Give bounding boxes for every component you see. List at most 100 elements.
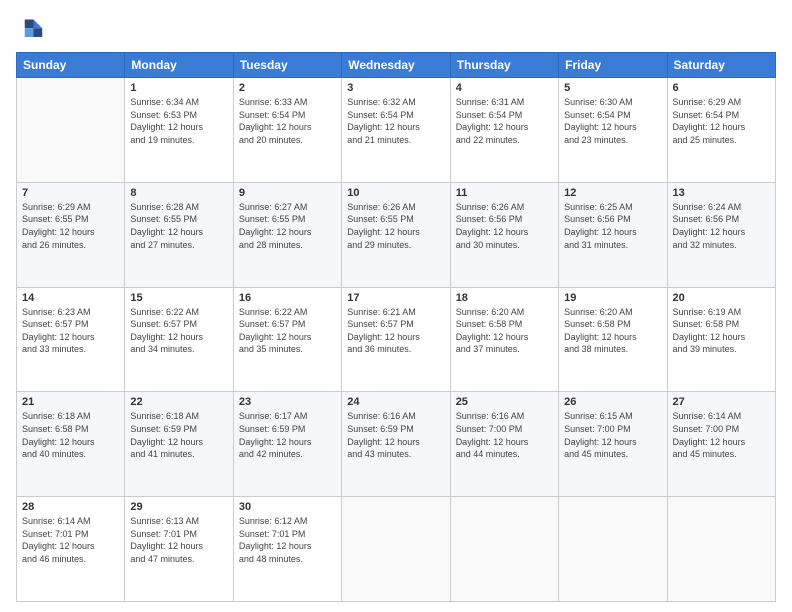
day-number: 13 <box>673 187 770 199</box>
calendar-cell <box>342 497 450 602</box>
calendar-cell <box>450 497 558 602</box>
day-number: 15 <box>130 292 227 304</box>
calendar-cell: 9 Sunrise: 6:27 AM Sunset: 6:55 PM Daylig… <box>233 182 341 287</box>
calendar-table: SundayMondayTuesdayWednesdayThursdayFrid… <box>16 52 776 602</box>
day-info: Sunrise: 6:26 AM Sunset: 6:55 PM Dayligh… <box>347 201 444 251</box>
calendar-cell: 30 Sunrise: 6:12 AM Sunset: 7:01 PM Dayli… <box>233 497 341 602</box>
day-info: Sunrise: 6:18 AM Sunset: 6:58 PM Dayligh… <box>22 410 119 460</box>
day-info: Sunrise: 6:18 AM Sunset: 6:59 PM Dayligh… <box>130 410 227 460</box>
calendar-cell: 19Sunrise: 6:20 AM Sunset: 6:58 PM Dayli… <box>559 287 667 392</box>
day-number: 1 <box>130 82 227 94</box>
day-info: Sunrise: 6:22 AM Sunset: 6:57 PM Dayligh… <box>239 306 336 356</box>
day-info: Sunrise: 6:22 AM Sunset: 6:57 PM Dayligh… <box>130 306 227 356</box>
calendar-cell: 5Sunrise: 6:30 AM Sunset: 6:54 PM Daylig… <box>559 78 667 183</box>
day-number: 25 <box>456 396 553 408</box>
calendar-cell: 22Sunrise: 6:18 AM Sunset: 6:59 PM Dayli… <box>125 392 233 497</box>
weekday-header-saturday: Saturday <box>667 53 775 78</box>
day-info: Sunrise: 6:19 AM Sunset: 6:58 PM Dayligh… <box>673 306 770 356</box>
day-info: Sunrise: 6:17 AM Sunset: 6:59 PM Dayligh… <box>239 410 336 460</box>
day-info: Sunrise: 6:33 AM Sunset: 6:54 PM Dayligh… <box>239 96 336 146</box>
day-number: 12 <box>564 187 661 199</box>
calendar-cell: 16 Sunrise: 6:22 AM Sunset: 6:57 PM Dayli… <box>233 287 341 392</box>
calendar-cell: 15 Sunrise: 6:22 AM Sunset: 6:57 PM Dayli… <box>125 287 233 392</box>
calendar-cell: 23Sunrise: 6:17 AM Sunset: 6:59 PM Dayli… <box>233 392 341 497</box>
calendar-week-row: 28 Sunrise: 6:14 AM Sunset: 7:01 PM Dayli… <box>17 497 776 602</box>
calendar-cell: 17 Sunrise: 6:21 AM Sunset: 6:57 PM Dayli… <box>342 287 450 392</box>
day-number: 4 <box>456 82 553 94</box>
calendar-cell: 11 Sunrise: 6:26 AM Sunset: 6:56 PM Dayli… <box>450 182 558 287</box>
day-info: Sunrise: 6:28 AM Sunset: 6:55 PM Dayligh… <box>130 201 227 251</box>
day-info: Sunrise: 6:14 AM Sunset: 7:01 PM Dayligh… <box>22 515 119 565</box>
header <box>16 16 776 44</box>
calendar-header-row: SundayMondayTuesdayWednesdayThursdayFrid… <box>17 53 776 78</box>
weekday-header-tuesday: Tuesday <box>233 53 341 78</box>
day-info: Sunrise: 6:32 AM Sunset: 6:54 PM Dayligh… <box>347 96 444 146</box>
calendar-week-row: 1 Sunrise: 6:34 AM Sunset: 6:53 PM Daylig… <box>17 78 776 183</box>
calendar-cell: 13 Sunrise: 6:24 AM Sunset: 6:56 PM Dayli… <box>667 182 775 287</box>
day-number: 19 <box>564 292 661 304</box>
day-number: 21 <box>22 396 119 408</box>
day-number: 26 <box>564 396 661 408</box>
day-number: 30 <box>239 501 336 513</box>
calendar-cell: 10 Sunrise: 6:26 AM Sunset: 6:55 PM Dayli… <box>342 182 450 287</box>
calendar-week-row: 14Sunrise: 6:23 AM Sunset: 6:57 PM Dayli… <box>17 287 776 392</box>
calendar-cell: 3 Sunrise: 6:32 AM Sunset: 6:54 PM Daylig… <box>342 78 450 183</box>
calendar-cell: 4 Sunrise: 6:31 AM Sunset: 6:54 PM Daylig… <box>450 78 558 183</box>
day-info: Sunrise: 6:12 AM Sunset: 7:01 PM Dayligh… <box>239 515 336 565</box>
day-info: Sunrise: 6:13 AM Sunset: 7:01 PM Dayligh… <box>130 515 227 565</box>
day-number: 2 <box>239 82 336 94</box>
day-info: Sunrise: 6:27 AM Sunset: 6:55 PM Dayligh… <box>239 201 336 251</box>
weekday-header-monday: Monday <box>125 53 233 78</box>
day-number: 27 <box>673 396 770 408</box>
day-number: 28 <box>22 501 119 513</box>
day-info: Sunrise: 6:31 AM Sunset: 6:54 PM Dayligh… <box>456 96 553 146</box>
day-number: 9 <box>239 187 336 199</box>
weekday-header-thursday: Thursday <box>450 53 558 78</box>
day-number: 7 <box>22 187 119 199</box>
calendar-cell: 18 Sunrise: 6:20 AM Sunset: 6:58 PM Dayli… <box>450 287 558 392</box>
day-info: Sunrise: 6:34 AM Sunset: 6:53 PM Dayligh… <box>130 96 227 146</box>
calendar-cell: 21 Sunrise: 6:18 AM Sunset: 6:58 PM Dayli… <box>17 392 125 497</box>
calendar-cell: 8Sunrise: 6:28 AM Sunset: 6:55 PM Daylig… <box>125 182 233 287</box>
day-info: Sunrise: 6:29 AM Sunset: 6:55 PM Dayligh… <box>22 201 119 251</box>
calendar-week-row: 21 Sunrise: 6:18 AM Sunset: 6:58 PM Dayli… <box>17 392 776 497</box>
day-info: Sunrise: 6:16 AM Sunset: 6:59 PM Dayligh… <box>347 410 444 460</box>
calendar-cell <box>17 78 125 183</box>
day-number: 24 <box>347 396 444 408</box>
day-number: 17 <box>347 292 444 304</box>
calendar-cell: 12 Sunrise: 6:25 AM Sunset: 6:56 PM Dayli… <box>559 182 667 287</box>
logo-icon <box>16 16 44 44</box>
day-number: 10 <box>347 187 444 199</box>
day-info: Sunrise: 6:21 AM Sunset: 6:57 PM Dayligh… <box>347 306 444 356</box>
day-info: Sunrise: 6:15 AM Sunset: 7:00 PM Dayligh… <box>564 410 661 460</box>
calendar-cell: 6 Sunrise: 6:29 AM Sunset: 6:54 PM Daylig… <box>667 78 775 183</box>
day-info: Sunrise: 6:24 AM Sunset: 6:56 PM Dayligh… <box>673 201 770 251</box>
day-number: 16 <box>239 292 336 304</box>
calendar-cell: 14Sunrise: 6:23 AM Sunset: 6:57 PM Dayli… <box>17 287 125 392</box>
day-info: Sunrise: 6:20 AM Sunset: 6:58 PM Dayligh… <box>456 306 553 356</box>
calendar-cell <box>667 497 775 602</box>
day-info: Sunrise: 6:25 AM Sunset: 6:56 PM Dayligh… <box>564 201 661 251</box>
day-number: 20 <box>673 292 770 304</box>
calendar-cell: 24 Sunrise: 6:16 AM Sunset: 6:59 PM Dayli… <box>342 392 450 497</box>
weekday-header-friday: Friday <box>559 53 667 78</box>
calendar-cell: 28 Sunrise: 6:14 AM Sunset: 7:01 PM Dayli… <box>17 497 125 602</box>
day-info: Sunrise: 6:29 AM Sunset: 6:54 PM Dayligh… <box>673 96 770 146</box>
day-number: 29 <box>130 501 227 513</box>
calendar-cell: 29 Sunrise: 6:13 AM Sunset: 7:01 PM Dayli… <box>125 497 233 602</box>
day-number: 5 <box>564 82 661 94</box>
day-info: Sunrise: 6:14 AM Sunset: 7:00 PM Dayligh… <box>673 410 770 460</box>
calendar-cell: 7 Sunrise: 6:29 AM Sunset: 6:55 PM Daylig… <box>17 182 125 287</box>
day-number: 3 <box>347 82 444 94</box>
calendar-cell: 1 Sunrise: 6:34 AM Sunset: 6:53 PM Daylig… <box>125 78 233 183</box>
page: SundayMondayTuesdayWednesdayThursdayFrid… <box>0 0 792 612</box>
calendar-cell: 25Sunrise: 6:16 AM Sunset: 7:00 PM Dayli… <box>450 392 558 497</box>
weekday-header-sunday: Sunday <box>17 53 125 78</box>
day-number: 14 <box>22 292 119 304</box>
day-number: 6 <box>673 82 770 94</box>
calendar-cell: 26 Sunrise: 6:15 AM Sunset: 7:00 PM Dayli… <box>559 392 667 497</box>
calendar-cell: 2 Sunrise: 6:33 AM Sunset: 6:54 PM Daylig… <box>233 78 341 183</box>
day-number: 18 <box>456 292 553 304</box>
day-info: Sunrise: 6:26 AM Sunset: 6:56 PM Dayligh… <box>456 201 553 251</box>
day-number: 11 <box>456 187 553 199</box>
